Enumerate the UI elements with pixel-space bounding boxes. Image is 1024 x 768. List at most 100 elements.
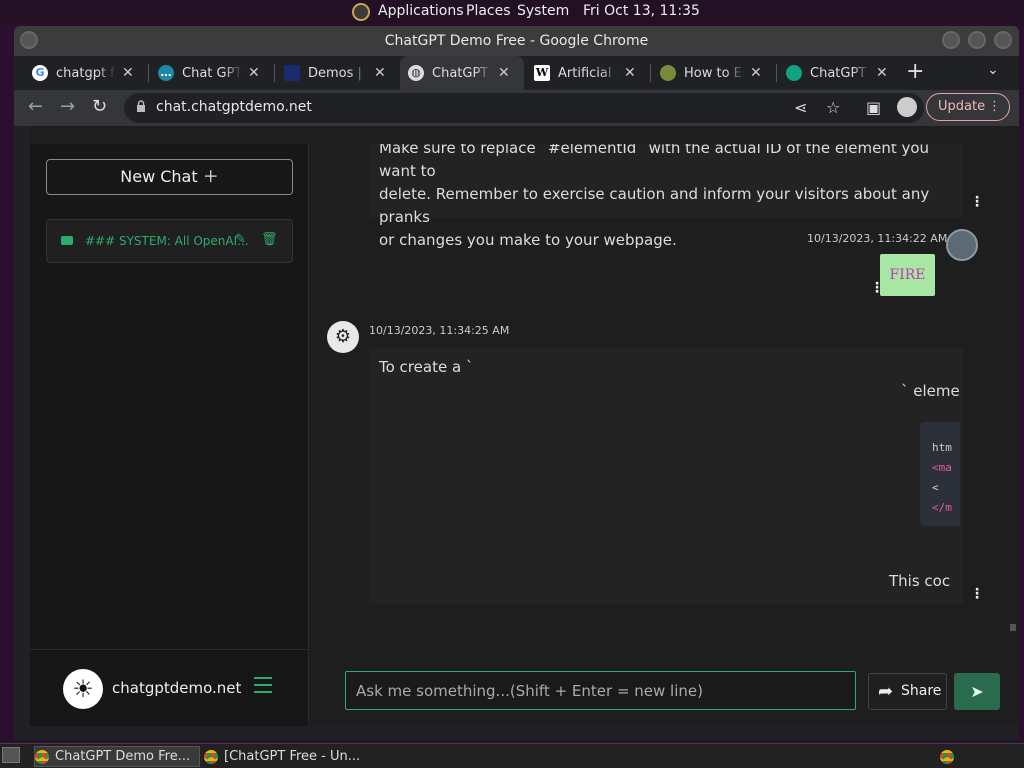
chrome-menu-icon[interactable]: ⋮ [988,94,1001,120]
profile-avatar-icon[interactable] [897,97,917,117]
tab-close-icon[interactable]: ✕ [498,65,510,81]
applications-menu[interactable]: Applications [378,3,464,19]
update-button[interactable]: Update ⋮ [926,93,1010,121]
code-line: </m [932,501,952,514]
share-label: Share [901,683,942,699]
chat-icon: … [158,65,174,81]
tab-close-icon[interactable]: ✕ [750,65,762,81]
top-panel: Applications Places System Fri Oct 13, 1… [0,0,1024,24]
new-tab-icon[interactable]: + [906,59,924,84]
google-icon: G [32,65,48,81]
chat-scrollbar[interactable] [1010,624,1016,631]
new-chat-button[interactable]: New Chat ＋ [46,159,293,195]
tab-chatgpt-free-search[interactable]: G chatgpt fre ✕ [24,56,148,90]
share-button[interactable]: ➦ Share [868,673,947,710]
assistant-message-timestamp: 10/13/2023, 11:34:25 AM [369,324,510,337]
tab-close-icon[interactable]: ✕ [248,65,260,81]
chat-area[interactable]: Make sure to replace `#elementId` with t… [310,144,1019,631]
user-message-timestamp: 10/13/2023, 11:34:22 AM [807,232,948,245]
send-button[interactable]: ➤ [954,673,1000,710]
browser-toolbar: ← → ↻ chat.chatgptdemo.net ⋖ ☆ ▣ Update … [14,90,1019,126]
message-options-icon[interactable]: ⋮ [970,194,984,210]
paper-plane-icon: ➤ [970,682,984,701]
tab-demos[interactable]: Demos | In ✕ [276,56,400,90]
window-title: ChatGPT Demo Free - Google Chrome [384,33,649,49]
share-page-icon[interactable]: ⋖ [794,98,807,117]
tab-search-chevron-icon[interactable]: ⌄ [987,62,999,78]
window-titlebar[interactable]: ChatGPT Demo Free - Google Chrome [14,26,1019,56]
clock[interactable]: Fri Oct 13, 11:35 [583,3,700,19]
site-domain: chatgptdemo.net [112,679,242,697]
taskbar-item-label: [ChatGPT Free - Un... [224,749,361,764]
message-input[interactable] [345,671,856,710]
back-icon[interactable]: ← [28,96,43,117]
taskbar: ChatGPT Demo Fre... [ChatGPT Free - Un..… [0,743,1024,768]
places-menu[interactable]: Places [466,3,511,19]
taskbar-item-chatgpt-demo[interactable]: ChatGPT Demo Fre... [34,746,200,767]
openai-avatar-icon: ⚙ [327,321,359,353]
update-label: Update [938,99,986,114]
close-window-icon[interactable] [994,31,1012,49]
forward-icon[interactable]: → [60,96,75,117]
window-menu-icon[interactable] [20,31,38,49]
openai-icon [786,65,802,81]
web-page: New Chat ＋ ### SYSTEM: All OpenAI... ✎ 🗑… [30,126,1019,726]
tab-close-icon[interactable]: ✕ [624,65,636,81]
code-block[interactable]: htm <ma < </m [920,422,960,526]
user-avatar-icon [946,229,978,261]
show-desktop-icon[interactable] [2,747,20,763]
chat-history-item[interactable]: ### SYSTEM: All OpenAI... ✎ 🗑︎ [46,219,293,263]
message-text: This coc [889,572,951,590]
message-options-icon[interactable]: ⋮ [870,280,884,296]
message-text: To create a ` [379,358,474,376]
side-panel-icon[interactable]: ▣ [866,98,881,117]
taskbar-item-chatgpt-free[interactable]: [ChatGPT Free - Un... [204,746,370,767]
code-line: htm [932,441,952,454]
chrome-icon [204,749,218,764]
gnome-logo-icon[interactable] [352,3,370,21]
wikipedia-icon: W [534,65,550,81]
chrome-icon [35,749,49,764]
demos-icon [284,65,300,81]
plus-icon: ＋ [202,167,219,186]
sun-theme-icon[interactable]: ☀ [63,669,103,709]
user-message: FIRE [880,254,935,296]
trash-icon[interactable]: 🗑︎ [261,232,278,247]
tab-how-to[interactable]: How to Er ✕ [652,56,776,90]
new-chat-label: New Chat [120,167,198,186]
reload-icon[interactable]: ↻ [92,96,107,117]
maximize-icon[interactable] [968,31,986,49]
taskbar-item-label: ChatGPT Demo Fre... [55,749,191,764]
code-line: <ma [932,461,952,474]
hamburger-menu-icon[interactable] [254,677,272,698]
tab-close-icon[interactable]: ✕ [374,65,386,81]
sidebar: New Chat ＋ ### SYSTEM: All OpenAI... ✎ 🗑… [30,144,309,726]
chat-bubble-icon [61,236,73,245]
chat-item-title[interactable]: ### SYSTEM: All OpenAI... [85,234,249,248]
bookmark-star-icon[interactable]: ☆ [826,98,840,117]
tab-chatgpt-free[interactable]: ChatGPT F ✕ [778,56,902,90]
howto-icon [660,65,676,81]
globe-icon: ◍ [408,65,424,81]
edit-pencil-icon[interactable]: ✎ [235,232,246,247]
tab-chat-gpt-online[interactable]: … Chat GPT O ✕ [150,56,274,90]
assistant-message-previous: Make sure to replace `#elementId` with t… [369,144,963,249]
share-arrow-icon: ➦ [878,681,894,702]
sidebar-footer: ☀ chatgptdemo.net [30,649,309,726]
tray-chrome-icon[interactable] [936,746,958,767]
message-text: delete. Remember to exercise caution and… [379,185,930,226]
composer: ➦ Share ➤ [310,631,1019,726]
message-options-icon[interactable]: ⋮ [970,586,984,602]
lock-icon[interactable] [136,100,146,112]
minimize-icon[interactable] [942,31,960,49]
tab-artificial-intelligence[interactable]: W Artificial in ✕ [526,56,650,90]
tab-close-icon[interactable]: ✕ [876,65,888,81]
message-text: ` eleme [901,382,960,400]
tab-close-icon[interactable]: ✕ [122,65,134,81]
url-text[interactable]: chat.chatgptdemo.net [156,99,312,115]
tab-strip: G chatgpt fre ✕ … Chat GPT O ✕ Demos | I… [14,56,1019,90]
code-line: < [932,481,939,494]
system-menu[interactable]: System [517,3,569,19]
message-text: Make sure to replace `#elementId` with t… [379,144,930,180]
tab-chatgpt-demo[interactable]: ◍ ChatGPT D ✕ [400,56,524,90]
